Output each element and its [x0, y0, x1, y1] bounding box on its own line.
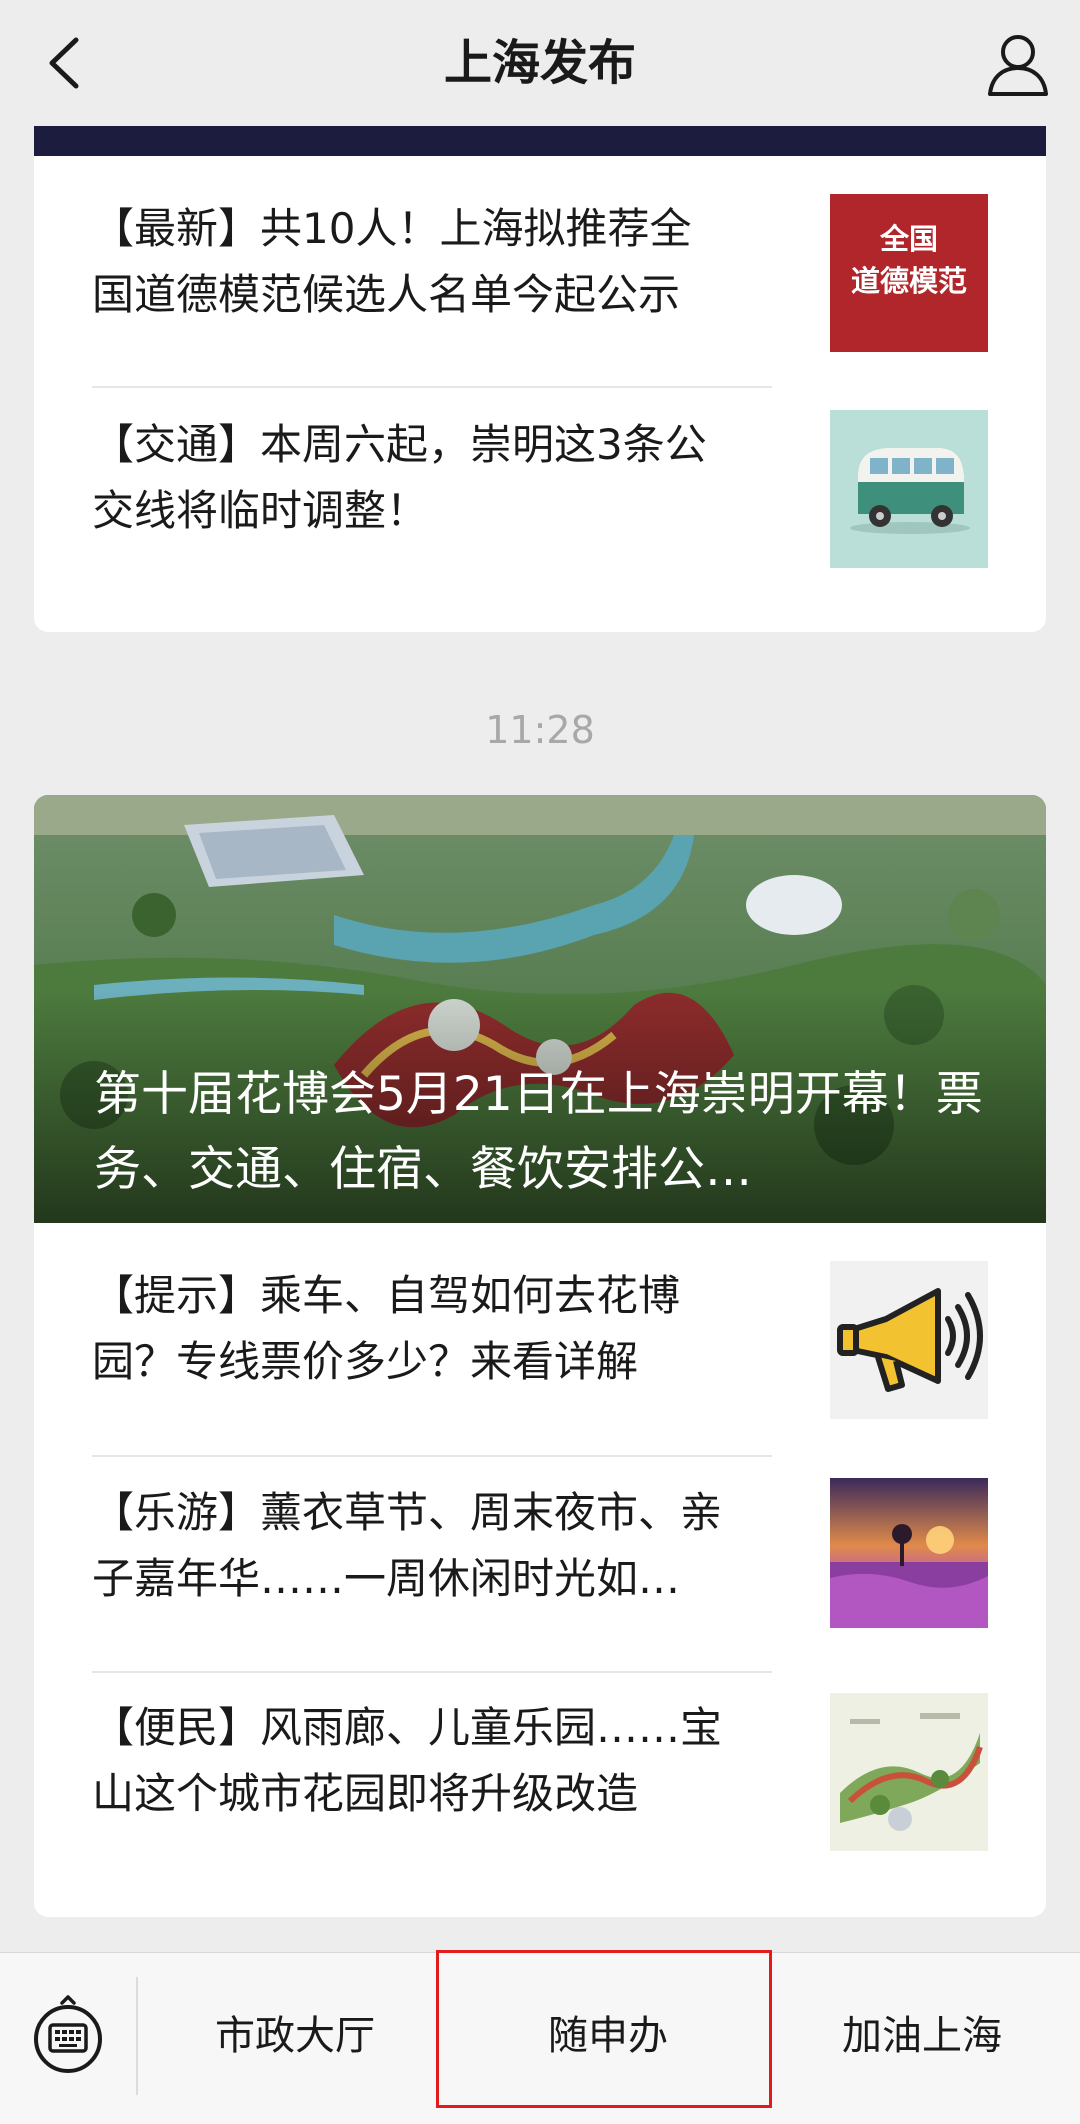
profile-button[interactable]: [982, 28, 1054, 100]
article-item[interactable]: 【便民】风雨廊、儿童乐园……宝山这个城市花园即将升级改造: [92, 1655, 988, 1855]
page-title: 上海发布: [443, 35, 636, 91]
article-title: 【交通】本周六起，崇明这3条公交线将临时调整！: [92, 420, 707, 535]
bottom-menu-bar: 市政大厅 随申办 加油上海: [0, 1952, 1080, 2124]
menu-suishenban[interactable]: 随申办: [452, 1953, 764, 2124]
article-group-card: 【最新】共10人！上海拟推荐全国道德模范候选人名单今起公示 全国 道德模范 【交…: [34, 126, 1046, 632]
message-timestamp: 11:28: [485, 708, 595, 752]
menu-municipal-hall[interactable]: 市政大厅: [138, 1953, 452, 2124]
article-title: 【提示】乘车、自驾如何去花博园？专线票价多少？来看详解: [92, 1271, 681, 1386]
bus-icon: [850, 448, 970, 534]
megaphone-icon: [837, 1288, 983, 1392]
article-group-card: 第十届花博会5月21日在上海崇明开幕！票务、交通、住宿、餐饮安排公… 【提示】乘…: [34, 795, 1046, 1917]
article-title: 【乐游】薰衣草节、周末夜市、亲子嘉年华……一周休闲时光如…: [92, 1488, 723, 1603]
article-item[interactable]: 【乐游】薰衣草节、周末夜市、亲子嘉年华……一周休闲时光如…: [92, 1440, 988, 1640]
article-item[interactable]: 【交通】本周六起，崇明这3条公交线将临时调整！: [92, 372, 988, 572]
menu-jiayou-shanghai[interactable]: 加油上海: [764, 1953, 1080, 2124]
user-icon: [988, 35, 1048, 96]
thumbnail-caption: 全国 道德模范: [850, 222, 967, 298]
top-nav-bar: 上海发布: [0, 0, 1080, 126]
garden-plan-image: [830, 1693, 988, 1851]
megaphone-thumbnail: [830, 1261, 988, 1419]
keyboard-toggle-button[interactable]: [32, 1993, 104, 2079]
bus-thumbnail: [830, 410, 988, 568]
previous-card-strip: [34, 126, 1046, 156]
hero-article[interactable]: 第十届花博会5月21日在上海崇明开幕！票务、交通、住宿、餐饮安排公…: [34, 795, 1046, 1223]
article-item[interactable]: 【提示】乘车、自驾如何去花博园？专线票价多少？来看详解: [92, 1223, 988, 1423]
article-thumbnail: 全国 道德模范: [830, 194, 988, 352]
lavender-thumbnail: [830, 1478, 988, 1628]
keyboard-icon: [34, 1995, 102, 2073]
garden-plan-thumbnail: [830, 1693, 988, 1851]
lavender-field-image: [830, 1478, 988, 1628]
article-title: 【最新】共10人！上海拟推荐全国道德模范候选人名单今起公示: [92, 204, 692, 319]
hero-title: 第十届花博会5月21日在上海崇明开幕！票务、交通、住宿、餐饮安排公…: [94, 1067, 983, 1197]
article-title: 【便民】风雨廊、儿童乐园……宝山这个城市花园即将升级改造: [92, 1703, 723, 1818]
article-item[interactable]: 【最新】共10人！上海拟推荐全国道德模范候选人名单今起公示 全国 道德模范: [92, 156, 988, 356]
